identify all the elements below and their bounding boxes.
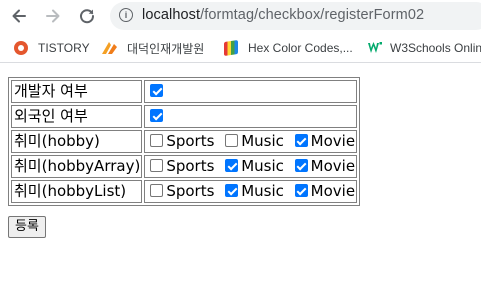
hobby-option[interactable]: Movie <box>292 132 355 151</box>
row-label: 취미(hobby) <box>11 130 143 153</box>
row-label: 개발자 여부 <box>11 80 143 103</box>
option-label: Movie <box>310 157 356 175</box>
row-value: Sports Music Movie <box>144 130 358 153</box>
forward-button[interactable] <box>40 3 66 29</box>
bookmarks-bar: TISTORY 대덕인재개발원 Hex Color Codes,... W3Sc… <box>0 32 481 63</box>
daedeok-icon <box>102 42 117 54</box>
bookmark-hex-color[interactable]: Hex Color Codes,... <box>224 39 353 57</box>
reload-button[interactable] <box>74 3 100 29</box>
table-row: 취미(hobbyList) Sports Music Movie <box>11 180 358 203</box>
bookmark-label: TISTORY <box>38 41 90 55</box>
option-label: Music <box>241 132 284 150</box>
bookmark-label: Hex Color Codes,... <box>248 41 353 55</box>
table-row: 외국인 여부 <box>11 105 358 128</box>
url-host: localhost <box>142 7 201 23</box>
hobby-option[interactable]: Movie <box>292 157 355 176</box>
hobby-option[interactable]: Sports <box>147 132 214 151</box>
option-label: Sports <box>166 132 215 150</box>
option-label: Movie <box>310 182 356 200</box>
row-value <box>144 80 358 103</box>
developer-checkbox[interactable] <box>150 84 164 97</box>
submit-button[interactable]: 등록 <box>8 216 46 238</box>
register-form-table: 개발자 여부 외국인 여부 취미(hobby) Sports Music Mov… <box>8 77 361 206</box>
hobby-music-checkbox[interactable] <box>225 134 239 147</box>
back-arrow-icon <box>12 9 26 23</box>
back-button[interactable] <box>6 3 32 29</box>
hobby-option[interactable]: Sports <box>147 157 214 176</box>
option-label: Sports <box>166 182 215 200</box>
option-label: Music <box>241 182 284 200</box>
row-label: 외국인 여부 <box>11 105 143 128</box>
bookmark-label: W3Schools Onlin <box>390 41 481 55</box>
hobby-array-music-checkbox[interactable] <box>225 159 239 172</box>
hobby-array-movie-checkbox[interactable] <box>294 159 308 172</box>
hobby-option[interactable]: Music <box>222 132 284 151</box>
table-row: 취미(hobby) Sports Music Movie <box>11 130 358 153</box>
reload-icon <box>80 9 95 24</box>
foreigner-checkbox[interactable] <box>150 109 164 122</box>
row-value <box>144 105 358 128</box>
bookmark-w3schools[interactable]: W3Schools Onlin <box>368 39 481 57</box>
row-value: Sports Music Movie <box>144 180 358 203</box>
tistory-icon <box>14 41 28 55</box>
option-label: Movie <box>310 132 356 150</box>
forward-arrow-icon <box>46 9 60 23</box>
hex-color-icon <box>224 40 238 56</box>
table-row: 개발자 여부 <box>11 80 358 103</box>
w3schools-icon <box>368 42 382 53</box>
address-bar[interactable]: i localhost/formtag/checkbox/registerFor… <box>110 2 481 30</box>
row-value: Sports Music Movie <box>144 155 358 178</box>
option-label: Music <box>241 157 284 175</box>
hobby-option[interactable]: Music <box>222 157 284 176</box>
option-label: Sports <box>166 157 215 175</box>
hobby-option[interactable]: Music <box>222 182 284 201</box>
page-content: 개발자 여부 외국인 여부 취미(hobby) Sports Music Mov… <box>8 77 361 206</box>
bookmark-tistory[interactable]: TISTORY <box>14 39 90 57</box>
hobby-list-sports-checkbox[interactable] <box>150 184 164 197</box>
hobby-array-sports-checkbox[interactable] <box>150 159 164 172</box>
hobby-option[interactable]: Movie <box>292 182 355 201</box>
bookmark-daedeok[interactable]: 대덕인재개발원 <box>101 39 204 57</box>
row-label: 취미(hobbyArray) <box>11 155 143 178</box>
hobby-list-music-checkbox[interactable] <box>225 184 239 197</box>
browser-toolbar: i localhost/formtag/checkbox/registerFor… <box>0 0 481 32</box>
site-info-icon[interactable]: i <box>119 8 133 22</box>
hobby-list-movie-checkbox[interactable] <box>294 184 308 197</box>
row-label: 취미(hobbyList) <box>11 180 143 203</box>
url-text[interactable]: localhost/formtag/checkbox/registerForm0… <box>142 7 424 23</box>
hobby-movie-checkbox[interactable] <box>294 134 308 147</box>
bookmark-label: 대덕인재개발원 <box>127 41 205 56</box>
hobby-sports-checkbox[interactable] <box>150 134 164 147</box>
table-row: 취미(hobbyArray) Sports Music Movie <box>11 155 358 178</box>
hobby-option[interactable]: Sports <box>147 182 214 201</box>
url-path: /formtag/checkbox/registerForm02 <box>200 7 425 23</box>
